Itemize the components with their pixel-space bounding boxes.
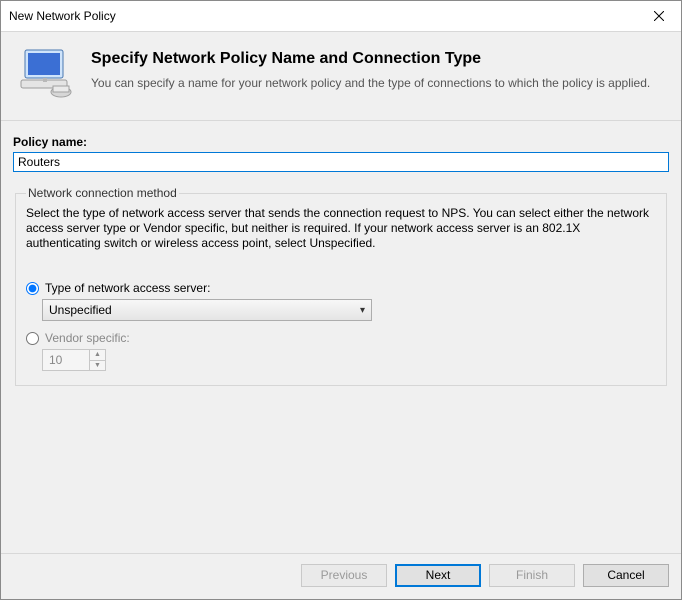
- select-value: Unspecified: [49, 303, 112, 317]
- vendor-id-spinner: 10 ▲ ▼: [42, 349, 106, 371]
- close-icon: [654, 11, 664, 21]
- page-subheading: You can specify a name for your network …: [91, 76, 650, 90]
- chevron-down-icon: ▾: [360, 305, 365, 316]
- group-description: Select the type of network access server…: [26, 206, 656, 251]
- close-button[interactable]: [636, 1, 681, 31]
- access-server-type-select[interactable]: Unspecified ▾: [42, 299, 372, 321]
- previous-button: Previous: [301, 564, 387, 587]
- footer: Previous Next Finish Cancel: [1, 553, 681, 599]
- radio-vendor-row[interactable]: Vendor specific:: [26, 331, 656, 345]
- spinner-up-icon: ▲: [90, 350, 105, 361]
- connection-method-group: Network connection method Select the typ…: [15, 186, 667, 386]
- radio-type[interactable]: [26, 282, 39, 295]
- vendor-id-value: 10: [43, 350, 89, 370]
- window-frame: New Network Policy Specify Network Polic…: [0, 0, 682, 600]
- policy-name-label: Policy name:: [13, 135, 669, 149]
- body-panel: Policy name: Network connection method S…: [1, 121, 681, 553]
- policy-name-input[interactable]: [13, 152, 669, 172]
- radio-vendor[interactable]: [26, 332, 39, 345]
- header-text: Specify Network Policy Name and Connecti…: [91, 44, 650, 100]
- page-heading: Specify Network Policy Name and Connecti…: [91, 50, 650, 68]
- window-title: New Network Policy: [9, 9, 636, 23]
- titlebar: New Network Policy: [1, 1, 681, 31]
- radio-vendor-label: Vendor specific:: [45, 331, 130, 345]
- spinner-down-icon: ▼: [90, 361, 105, 371]
- cancel-button[interactable]: Cancel: [583, 564, 669, 587]
- header-panel: Specify Network Policy Name and Connecti…: [1, 31, 681, 121]
- radio-type-row[interactable]: Type of network access server:: [26, 281, 656, 295]
- finish-button: Finish: [489, 564, 575, 587]
- next-button[interactable]: Next: [395, 564, 481, 587]
- radio-type-label: Type of network access server:: [45, 281, 210, 295]
- group-legend: Network connection method: [26, 186, 179, 200]
- spinner-arrows: ▲ ▼: [89, 350, 105, 370]
- policy-icon: [17, 44, 77, 100]
